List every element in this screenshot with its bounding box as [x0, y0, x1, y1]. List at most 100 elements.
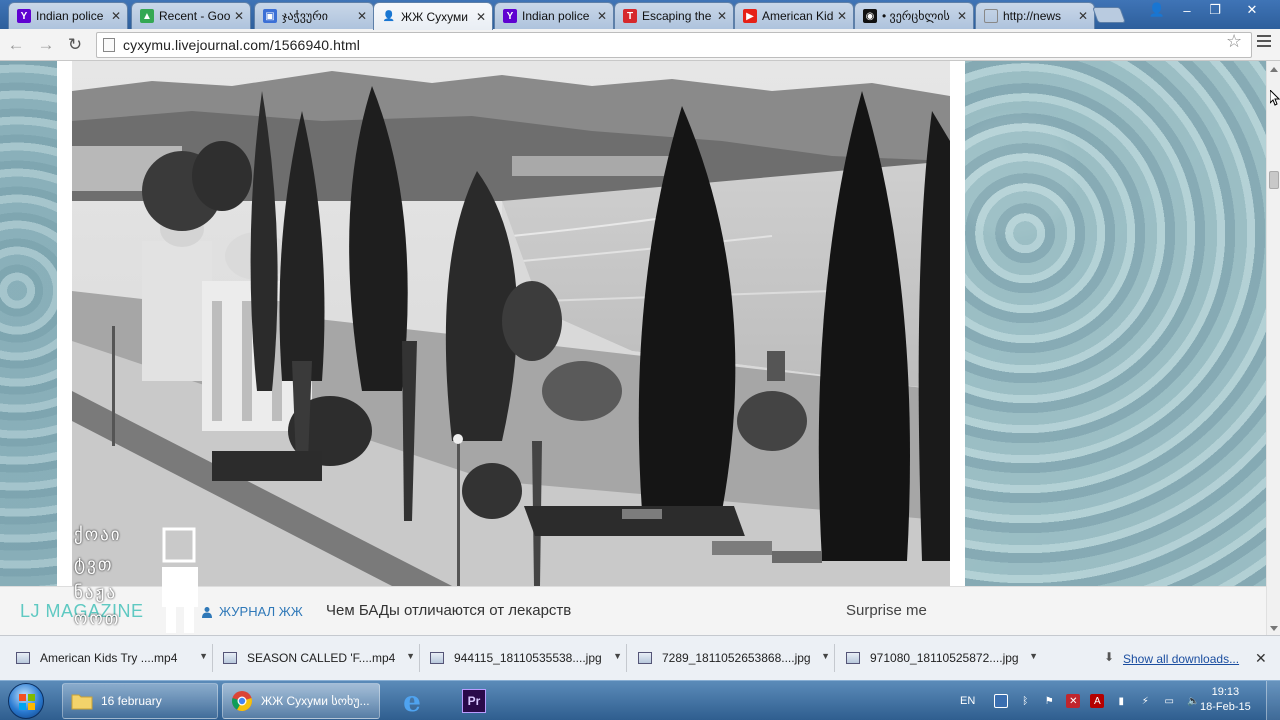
bookmark-star-icon[interactable]: ☆	[1226, 31, 1242, 52]
signal-icon[interactable]: ▮	[1114, 694, 1128, 708]
close-icon[interactable]: ✕	[957, 9, 967, 23]
back-arrow-icon[interactable]: ←	[4, 33, 28, 57]
tab-http-news[interactable]: http://news ✕	[975, 2, 1095, 29]
tab-lj-sukhumi[interactable]: 👤 ЖЖ Сухуми ✕	[373, 2, 493, 30]
chrome-menu-icon[interactable]	[1257, 35, 1271, 50]
video-file-icon	[223, 652, 237, 664]
tab-american-kids[interactable]: ▶ American Kids ✕	[734, 2, 854, 29]
taskbar-ie-button[interactable]: e	[386, 683, 438, 719]
address-bar-url[interactable]: cyxymu.livejournal.com/1566940.html	[123, 37, 360, 53]
tab-georgian-video[interactable]: ◉ • ვერცხლის ✕	[854, 2, 974, 29]
volume-icon[interactable]: 🔈	[1186, 694, 1200, 708]
site-icon: ▣	[263, 9, 277, 23]
network-icon[interactable]	[994, 694, 1009, 708]
adobe-icon[interactable]: A	[1090, 694, 1105, 708]
scrollbar-thumb[interactable]	[1269, 171, 1279, 189]
windows-taskbar: 16 february ЖЖ Сухуми სოხუ... e Pr EN ᛒ …	[0, 680, 1280, 720]
lj-section-link[interactable]: ЖУРНАЛ ЖЖ	[201, 604, 303, 619]
show-all-downloads-link[interactable]: Show all downloads...	[1123, 652, 1239, 666]
lj-section-label: ЖУРНАЛ ЖЖ	[219, 604, 303, 619]
download-options-icon[interactable]: ▼	[406, 651, 415, 661]
tab-title: Escaping the	[642, 9, 712, 23]
sukhumi-embankment-photo	[72, 61, 950, 586]
windows-logo-icon	[19, 694, 35, 710]
close-icon[interactable]: ✕	[717, 9, 727, 23]
download-item[interactable]: 971080_18110525872....jpg ▼	[846, 642, 1038, 674]
download-item[interactable]: 944115_18110535538....jpg ▼	[430, 642, 622, 674]
antivirus-icon[interactable]: ✕	[1066, 694, 1081, 708]
download-arrow-icon: ⬇	[1104, 650, 1115, 664]
download-options-icon[interactable]: ▼	[1029, 651, 1038, 661]
download-filename: SEASON CALLED 'F....mp4	[247, 651, 396, 665]
download-options-icon[interactable]: ▼	[199, 651, 208, 661]
tab-indian-police-1[interactable]: Y Indian police ✕	[8, 2, 128, 29]
battery-icon[interactable]: ▭	[1162, 694, 1176, 708]
download-options-icon[interactable]: ▼	[821, 651, 830, 661]
bluetooth-icon[interactable]: ᛒ	[1018, 694, 1032, 708]
taskbar-chrome-button[interactable]: ЖЖ Сухуми სოხუ...	[222, 683, 380, 719]
browser-tab-strip: Y Indian police ✕ ▲ Recent - Google ✕ ▣ …	[0, 0, 1280, 30]
water-background-right	[965, 61, 1266, 635]
close-shelf-icon[interactable]: ✕	[1255, 650, 1267, 667]
video-file-icon	[16, 652, 30, 664]
download-filename: 7289_1811052653868....jpg	[662, 651, 811, 665]
window-close-icon[interactable]: ✕	[1232, 0, 1272, 20]
forward-arrow-icon[interactable]: →	[34, 33, 58, 57]
flag-icon[interactable]: ⚑	[1042, 694, 1056, 708]
reload-icon[interactable]: ↻	[63, 33, 87, 57]
user-profile-icon[interactable]: 👤	[1142, 0, 1172, 20]
surprise-me-link[interactable]: Surprise me	[846, 602, 927, 619]
show-desktop-button[interactable]	[1266, 681, 1280, 720]
restore-icon[interactable]: ❐	[1200, 0, 1230, 20]
page-icon	[984, 9, 998, 23]
taskbar-chrome-label: ЖЖ Сухуми სოხუ...	[261, 694, 370, 708]
close-icon[interactable]: ✕	[234, 9, 244, 23]
image-file-icon	[846, 652, 860, 664]
lj-headline-link[interactable]: Чем БАДы отличаются от лекарств	[326, 602, 571, 619]
clock-date: 18-Feb-15	[1200, 701, 1251, 713]
scroll-down-arrow-icon[interactable]	[1270, 626, 1278, 631]
download-item[interactable]: 7289_1811052653868....jpg ▼	[638, 642, 830, 674]
download-filename: 944115_18110535538....jpg	[454, 651, 602, 665]
language-indicator[interactable]: EN	[960, 695, 975, 707]
close-icon[interactable]: ✕	[597, 9, 607, 23]
taskbar-clock[interactable]: 19:13 18-Feb-15	[1200, 685, 1251, 715]
scroll-up-arrow-icon[interactable]	[1270, 67, 1278, 72]
downloads-shelf: American Kids Try ....mp4 ▼ SEASON CALLE…	[0, 635, 1280, 680]
tab-recent-google[interactable]: ▲ Recent - Google ✕	[131, 2, 251, 29]
close-icon[interactable]: ✕	[837, 9, 847, 23]
vertical-scrollbar[interactable]	[1266, 61, 1280, 635]
lj-magazine-logo[interactable]: LJ MAGAZINE	[20, 601, 144, 622]
download-filename: American Kids Try ....mp4	[40, 651, 178, 665]
tab-title: ЖЖ Сухуми	[401, 9, 468, 24]
tab-indian-police-2[interactable]: Y Indian police ✕	[494, 2, 614, 29]
lj-magazine-bar: LJ MAGAZINE ЖУРНАЛ ЖЖ Чем БАДы отличаютс…	[0, 586, 1266, 635]
close-icon[interactable]: ✕	[476, 10, 486, 24]
divider	[626, 644, 627, 672]
image-file-icon	[430, 652, 444, 664]
tab-escaping-the[interactable]: T Escaping the ✕	[614, 2, 734, 29]
download-item[interactable]: SEASON CALLED 'F....mp4 ▼	[223, 642, 415, 674]
download-item[interactable]: American Kids Try ....mp4 ▼	[16, 642, 208, 674]
close-icon[interactable]: ✕	[357, 9, 367, 23]
taskbar-folder-button[interactable]: 16 february	[62, 683, 218, 719]
page-content: LJ MAGAZINE ЖУРНАЛ ЖЖ Чем БАДы отличаютс…	[0, 61, 1266, 635]
yahoo-icon: Y	[503, 9, 517, 23]
close-icon[interactable]: ✕	[111, 9, 121, 23]
download-filename: 971080_18110525872....jpg	[870, 651, 1019, 665]
mouse-cursor-icon	[1270, 90, 1280, 106]
tab-georgian-site[interactable]: ▣ ჯაჭვური ✕	[254, 2, 374, 29]
tab-title: • ვერცხლის	[882, 9, 950, 23]
download-options-icon[interactable]: ▼	[613, 651, 622, 661]
taskbar-premiere-button[interactable]: Pr	[448, 683, 500, 719]
user-icon	[202, 606, 212, 618]
clock-time: 19:13	[1211, 686, 1240, 698]
close-icon[interactable]: ✕	[1078, 9, 1088, 23]
address-bar[interactable]: cyxymu.livejournal.com/1566940.html	[96, 32, 1252, 58]
tab-title: ჯაჭვური	[282, 9, 328, 23]
start-button[interactable]	[8, 683, 44, 719]
power-icon[interactable]: ⚡	[1138, 694, 1152, 708]
minimize-icon[interactable]: –	[1172, 0, 1202, 20]
new-tab-button[interactable]	[1092, 7, 1126, 23]
taskbar-folder-label: 16 february	[101, 694, 162, 708]
